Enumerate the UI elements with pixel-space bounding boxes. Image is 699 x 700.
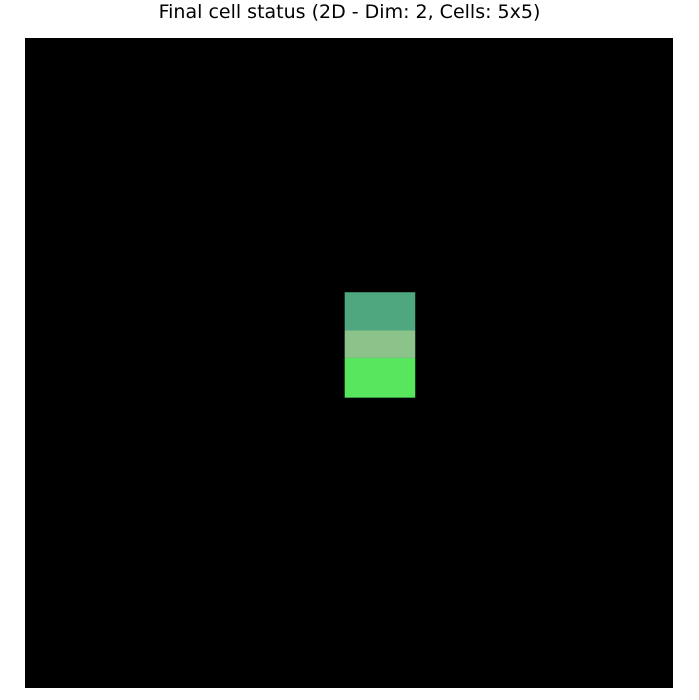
heatmap-cell-2 <box>344 330 416 358</box>
heatmap-cell-3 <box>344 357 416 398</box>
cells-layer <box>344 292 416 398</box>
chart-title: Final cell status (2D - Dim: 2, Cells: 5… <box>158 1 541 23</box>
heatmap-cell-1 <box>344 292 416 331</box>
heatmap-plot-area <box>25 38 673 688</box>
figure: { "chart_data": { "type": "heatmap", "ti… <box>0 0 699 700</box>
